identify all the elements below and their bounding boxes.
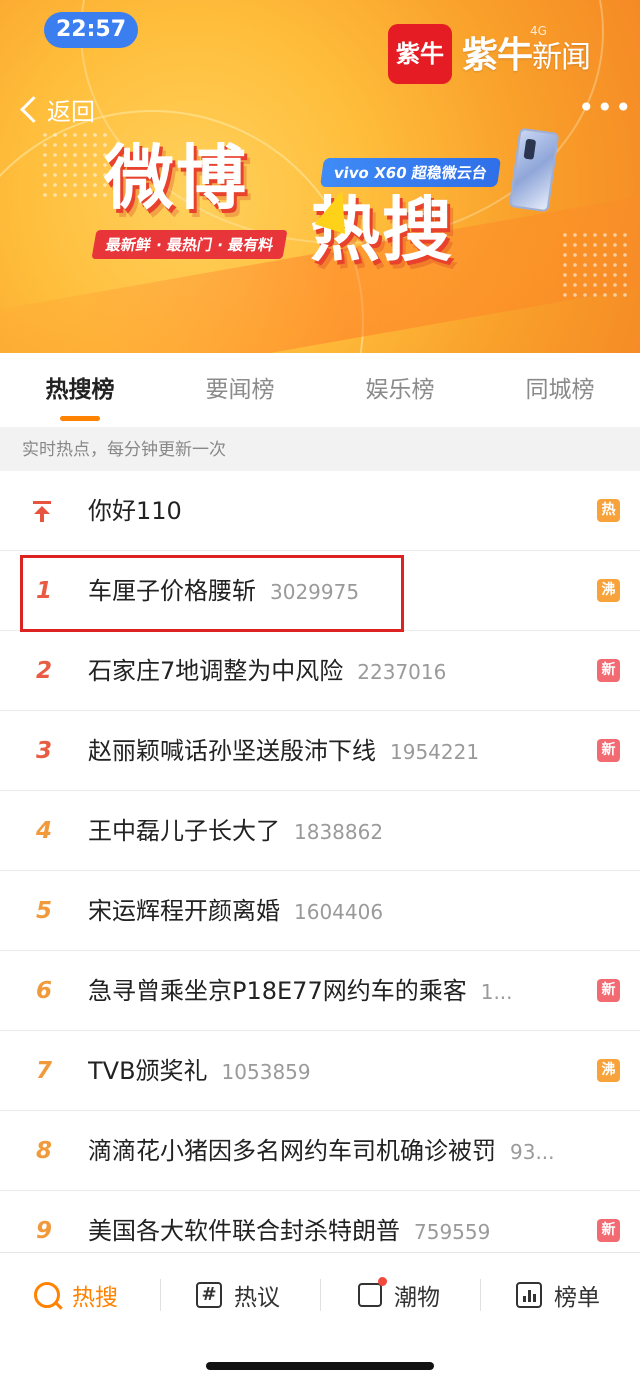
rank-number: 6: [35, 978, 52, 1004]
sponsor-ad-label[interactable]: vivo X60 超稳微云台: [319, 158, 501, 187]
tab-label: 娱乐榜: [365, 377, 435, 403]
chevron-left-icon: [20, 96, 47, 123]
status-time: 22:57: [44, 12, 138, 48]
list-item[interactable]: 6 急寻曾乘坐京P18E77网约车的乘客 1... 新: [0, 951, 640, 1031]
tab-local[interactable]: 同城榜: [480, 353, 640, 427]
search-count: 93...: [510, 1140, 555, 1164]
active-tab-indicator: [60, 416, 100, 421]
item-title: TVB颁奖礼 1053859: [88, 1031, 311, 1112]
search-count: 1838862: [294, 820, 384, 844]
item-title: 滴滴花小猪因多名网约车司机确诊被罚 93...: [88, 1111, 555, 1192]
rank-number: 2: [35, 658, 52, 684]
pinned-top-icon: [33, 501, 51, 522]
list-item[interactable]: 7 TVB颁奖礼 1053859 沸: [0, 1031, 640, 1111]
item-title-text: 石家庄7地调整为中风险: [88, 657, 344, 685]
app-logo-text: 紫牛新闻: [462, 26, 591, 78]
banner-tagline: 最新鲜 · 最热门 · 最有料: [91, 230, 288, 259]
tab-hot-search[interactable]: 热搜榜: [0, 353, 160, 427]
item-title-text: 宋运辉程开颜离婚: [88, 897, 280, 925]
rank-number: 3: [35, 738, 52, 764]
rank-number: 5: [35, 898, 52, 924]
item-title-text: 急寻曾乘坐京P18E77网约车的乘客: [88, 977, 467, 1005]
nav-label: 热议: [234, 1285, 280, 1311]
search-count: 1053859: [221, 1060, 311, 1084]
tab-label: 要闻榜: [205, 377, 275, 403]
nav-discussion[interactable]: # 热议: [196, 1253, 280, 1337]
item-title-text: TVB颁奖礼: [88, 1057, 208, 1085]
item-title-text: 王中磊儿子长大了: [88, 817, 280, 845]
nav-trends[interactable]: 潮物: [358, 1253, 440, 1337]
back-label: 返回: [47, 98, 95, 126]
tab-news[interactable]: 要闻榜: [160, 353, 320, 427]
hot-badge: 热: [597, 499, 620, 522]
search-count: 1604406: [294, 900, 384, 924]
list-item[interactable]: 3 赵丽颖喊话孙坚送殷沛下线 1954221 新: [0, 711, 640, 791]
rank-number: 7: [35, 1058, 52, 1084]
item-title-text: 你好110: [88, 497, 182, 525]
home-indicator: [206, 1362, 434, 1370]
search-icon: [34, 1282, 60, 1308]
more-options-icon[interactable]: •••: [578, 94, 634, 122]
item-title-text: 赵丽颖喊话孙坚送殷沛下线: [88, 737, 376, 765]
item-title: 宋运辉程开颜离婚 1604406: [88, 871, 383, 952]
search-count: 2237016: [357, 660, 447, 684]
tab-entertainment[interactable]: 娱乐榜: [320, 353, 480, 427]
notification-dot: [378, 1277, 387, 1286]
decor-dots: [560, 230, 630, 300]
nav-divider: [160, 1279, 161, 1311]
tab-label: 热搜榜: [45, 377, 115, 403]
item-title: 石家庄7地调整为中风险 2237016: [88, 631, 446, 712]
app-logo: 紫牛: [388, 24, 452, 84]
hashtag-icon: #: [196, 1282, 222, 1308]
list-item-pinned[interactable]: 你好110 热: [0, 471, 640, 551]
nav-hot-search[interactable]: 热搜: [34, 1253, 118, 1337]
decor-dots: [40, 130, 110, 200]
rank-number: 4: [35, 818, 52, 844]
annotation-highlight-box: [20, 555, 404, 632]
list-item[interactable]: 5 宋运辉程开颜离婚 1604406: [0, 871, 640, 951]
update-notice: 实时热点，每分钟更新一次: [0, 427, 640, 471]
search-count: 1954221: [390, 740, 480, 764]
nav-label: 潮物: [394, 1285, 440, 1311]
new-badge: 新: [597, 979, 620, 1002]
item-title: 王中磊儿子长大了 1838862: [88, 791, 383, 872]
item-title: 赵丽颖喊话孙坚送殷沛下线 1954221: [88, 711, 479, 792]
boil-badge: 沸: [597, 1059, 620, 1082]
nav-label: 榜单: [554, 1285, 600, 1311]
back-button[interactable]: 返回: [18, 92, 95, 127]
item-title: 你好110: [88, 471, 182, 551]
item-title: 急寻曾乘坐京P18E77网约车的乘客 1...: [88, 951, 513, 1032]
search-count: 1...: [480, 980, 513, 1004]
search-count: 759559: [414, 1220, 491, 1244]
item-title-text: 美国各大软件联合封杀特朗普: [88, 1217, 400, 1245]
chart-icon: [516, 1282, 542, 1308]
tab-label: 同城榜: [525, 377, 595, 403]
banner-title-weibo: 微博: [104, 137, 248, 219]
app-logo-name: 紫牛: [462, 34, 533, 76]
boil-badge: 沸: [597, 579, 620, 602]
new-badge: 新: [597, 739, 620, 762]
list-item[interactable]: 8 滴滴花小猪因多名网约车司机确诊被罚 93...: [0, 1111, 640, 1191]
nav-rankings[interactable]: 榜单: [516, 1253, 600, 1337]
hot-search-banner: 22:57 紫牛 紫牛新闻 4G 返回 ••• vivo X60 超稳微云台 微…: [0, 0, 640, 353]
new-badge: 新: [597, 1219, 620, 1242]
item-title-text: 滴滴花小猪因多名网约车司机确诊被罚: [88, 1137, 496, 1165]
app-logo-sub: 新闻: [532, 40, 591, 75]
network-indicator: 4G: [530, 24, 547, 38]
list-item[interactable]: 4 王中磊儿子长大了 1838862: [0, 791, 640, 871]
new-badge: 新: [597, 659, 620, 682]
gift-icon: [358, 1277, 387, 1307]
nav-divider: [480, 1279, 481, 1311]
nav-divider: [320, 1279, 321, 1311]
ranking-tabs: 热搜榜 要闻榜 娱乐榜 同城榜: [0, 353, 640, 427]
list-item[interactable]: 2 石家庄7地调整为中风险 2237016 新: [0, 631, 640, 711]
nav-label: 热搜: [72, 1285, 118, 1311]
rank-number: 8: [35, 1138, 52, 1164]
